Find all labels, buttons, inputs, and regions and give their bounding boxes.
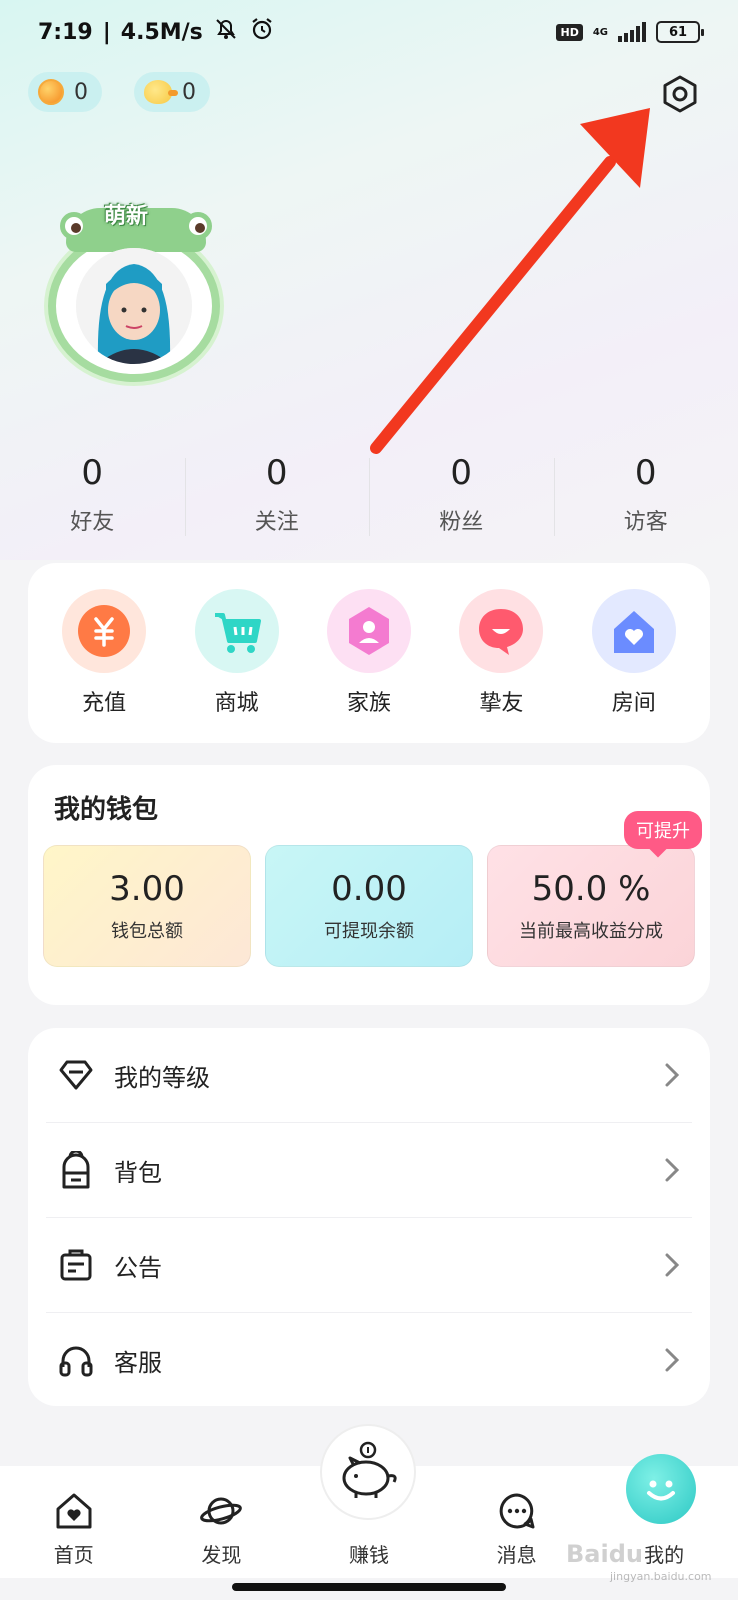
piggy-bank-icon [342,1441,397,1498]
menu-item-label: 我的等级 [114,1063,210,1092]
tab-label: 发现 [201,1543,242,1567]
avatar-frame-label: 萌新 [104,204,149,229]
smiley-icon [647,1480,675,1501]
wallet-total[interactable]: 3.00 钱包总额 [43,845,251,967]
duck-balance[interactable]: 0 [134,72,210,112]
family-shield-icon [326,589,411,673]
home-indicator[interactable] [232,1583,506,1591]
stat-fans[interactable]: 0 粉丝 [369,448,554,548]
quick-action-label: 挚友 [479,691,524,716]
frog-eye-left [60,212,88,240]
tab-discover[interactable]: 发现 [148,1466,296,1578]
quick-action-label: 充值 [82,691,127,716]
home-icon [52,1489,96,1533]
planet-icon [199,1489,243,1533]
red-arrow-annotation [370,108,650,454]
chevron-right-icon [662,1250,682,1280]
baidu-watermark: Baidu [566,1540,643,1568]
status-time: 7:19 [38,19,93,45]
wallet-amount: 3.00 [109,869,185,909]
stat-label: 关注 [254,510,299,535]
stat-value: 0 [450,453,473,493]
tab-label: 消息 [496,1543,537,1567]
menu-item-backpack[interactable]: 背包 [28,1123,710,1217]
stat-value: 0 [634,453,657,493]
backpack-icon [56,1150,96,1190]
menu-item-label: 客服 [114,1348,162,1377]
stat-friends[interactable]: 0 好友 [0,448,185,548]
battery-level: 61 [668,24,688,40]
tab-home[interactable]: 首页 [0,1466,148,1578]
profile-stats: 0 好友 0 关注 0 粉丝 0 访客 [0,448,738,548]
chevron-right-icon [662,1060,682,1090]
mute-bell-icon [213,16,239,48]
alarm-icon [249,16,275,48]
avatar[interactable]: 萌新 [46,200,226,382]
quick-action-bestie[interactable]: 挚友 [441,589,561,717]
upgrade-badge[interactable]: 可提升 [624,811,702,849]
hd-badge: HD [556,23,583,41]
menu-item-customer-service[interactable]: 客服 [28,1313,710,1407]
chevron-right-icon [662,1155,682,1185]
stat-visitors[interactable]: 0 访客 [553,448,738,548]
stat-value: 0 [81,453,104,493]
wallet-card: 我的钱包 3.00 钱包总额 0.00 可提现余额 50.0 % 当前最高收益分… [28,765,710,1005]
quick-action-shop[interactable]: 商城 [177,589,297,717]
chevron-right-icon [662,1345,682,1375]
menu-item-level[interactable]: 我的等级 [28,1028,710,1122]
house-heart-icon [591,589,676,673]
diamond-icon [56,1055,96,1095]
tab-label: 赚钱 [348,1543,389,1567]
status-network-speed: 4.5M/s [120,19,203,45]
menu-item-label: 背包 [114,1158,162,1187]
stat-following[interactable]: 0 关注 [184,448,370,548]
gold-coin-icon [38,79,64,105]
watermark-url: jingyan.baidu.com [610,1570,712,1583]
frog-eye-right [184,212,212,240]
wallet-withdrawable[interactable]: 0.00 可提现余额 [265,845,473,967]
wallet-amount: 50.0 % [531,869,651,909]
stat-label: 访客 [623,510,668,535]
quick-action-label: 商城 [214,691,259,716]
stat-value: 0 [265,453,288,493]
network-type: 4G [592,26,608,38]
wallet-label: 钱包总额 [111,921,183,942]
notice-bag-icon [56,1245,96,1285]
quick-action-room[interactable]: 房间 [574,589,694,717]
signal-icon [618,22,646,42]
quick-action-recharge[interactable]: 充值 [44,589,164,717]
stat-label: 粉丝 [439,510,484,535]
stat-label: 好友 [70,510,115,535]
status-separator: | [102,19,111,45]
menu-item-label: 公告 [114,1253,162,1282]
tab-label: 首页 [53,1543,94,1567]
quick-actions-card: 充值 商城 家族 挚友 房间 [28,563,710,743]
duck-count: 0 [182,79,196,105]
wallet-title: 我的钱包 [54,795,159,825]
message-icon [495,1489,539,1533]
quick-action-label: 家族 [346,691,391,716]
shopping-cart-icon [194,589,279,673]
chat-heart-icon [459,589,544,673]
status-bar: 7:19 | 4.5M/s HD 4G 61 [0,0,738,64]
wallet-amount: 0.00 [331,869,407,909]
duck-icon [144,80,178,104]
menu-item-notice[interactable]: 公告 [28,1218,710,1312]
wallet-label: 当前最高收益分成 [519,921,663,942]
yuan-coin-icon [62,589,147,673]
earn-button[interactable] [320,1424,416,1520]
wallet-label: 可提现余额 [324,921,414,942]
me-tab-active-badge[interactable] [626,1454,696,1524]
quick-action-label: 房间 [611,691,656,716]
avatar-image [76,248,192,364]
quick-action-family[interactable]: 家族 [309,589,429,717]
gold-coin-count: 0 [74,79,88,105]
wallet-revenue-share[interactable]: 50.0 % 当前最高收益分成 [487,845,695,967]
tab-label: 我的 [644,1543,685,1567]
battery-icon: 61 [656,21,704,43]
headphones-icon [56,1340,96,1380]
menu-card: 我的等级 背包 公告 客服 [28,1028,710,1406]
gold-coin-balance[interactable]: 0 [28,72,102,112]
